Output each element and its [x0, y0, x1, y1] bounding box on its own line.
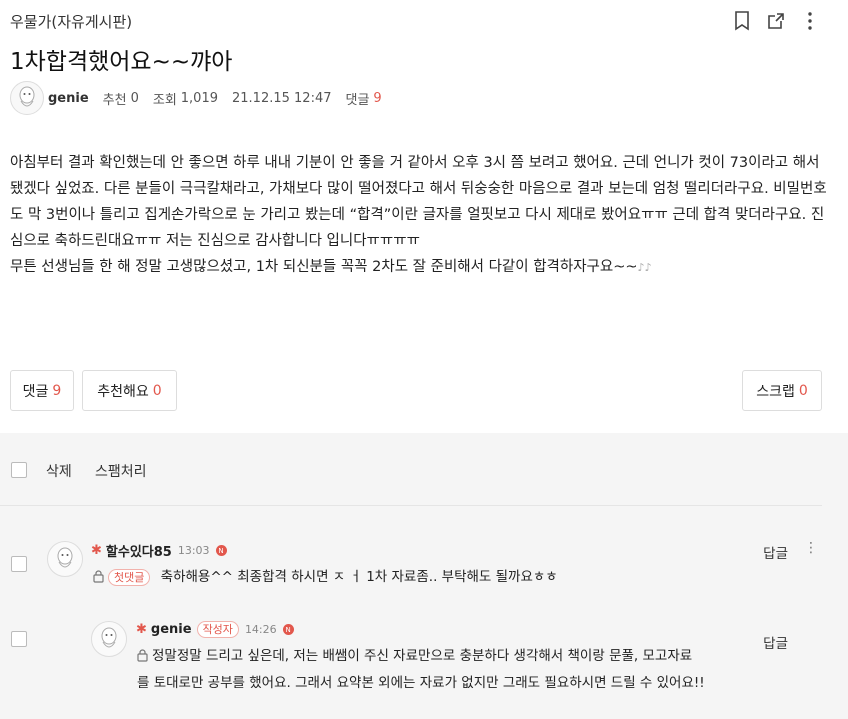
first-comment-tag: 첫댓글 [108, 569, 151, 586]
crab-icon: ✱ [136, 622, 147, 637]
share-icon[interactable] [766, 10, 786, 32]
comment-item: ✱ 할수있다85 13:03 N 첫댓글 축하해용^^ 최종합격 하시면 ㅈ ㅓ… [0, 506, 848, 596]
comment-button[interactable]: 댓글 9 [10, 370, 74, 411]
comment-checkbox[interactable] [11, 556, 27, 572]
post-body: 아침부터 결과 확인했는데 안 좋으면 하루 내내 기분이 안 좋을 거 같아서… [10, 150, 835, 281]
comment-toolbar: 삭제 스팸처리 [0, 433, 848, 505]
comment-text: 정말정말 드리고 싶은데, 저는 배쌤이 주신 자료만으로 충분하다 생각해서 … [137, 646, 705, 691]
new-badge: N [282, 624, 294, 635]
crab-icon: ✱ [91, 543, 102, 558]
post-paragraph: 아침부터 결과 확인했는데 안 좋으면 하루 내내 기분이 안 좋을 거 같아서… [10, 155, 827, 249]
post-meta: genie 추천 0 조회 1,019 21.12.15 12:47 댓글 9 [10, 80, 382, 116]
recommend-label: 추천 [102, 92, 127, 108]
comment-time: 13:03 [177, 544, 210, 557]
lock-icon [137, 646, 148, 671]
views-count: 1,019 [180, 90, 218, 106]
cafe-board-name[interactable]: 우물가(자유게시판) [10, 11, 132, 32]
delete-button[interactable]: 삭제 [46, 461, 72, 481]
more-vertical-icon[interactable] [800, 10, 820, 32]
comments-label: 댓글 [345, 92, 370, 108]
profile-avatar-icon[interactable] [10, 81, 44, 115]
post-title: 1차합격했어요~~꺄아 [10, 49, 233, 75]
comment-header: ✱ genie 작성자 14:26 N [136, 621, 294, 638]
comments-count: 9 [373, 90, 382, 106]
profile-avatar-icon[interactable] [47, 541, 83, 577]
post-paragraph: 무튼 선생님들 한 해 정말 고생많으셨고, 1차 되신분들 꼭꼭 2차도 잘 … [10, 259, 652, 275]
comment-header: ✱ 할수있다85 13:03 N [91, 541, 227, 560]
comment-text: 첫댓글 축하해용^^ 최종합격 하시면 ㅈ ㅓ 1차 자료좀.. 부탁해도 될까… [93, 565, 558, 592]
reply-button[interactable]: 답글 [763, 542, 788, 562]
select-all-checkbox[interactable] [11, 462, 27, 478]
author-name[interactable]: genie [48, 91, 89, 106]
bookmark-icon[interactable] [732, 10, 752, 32]
author-tag: 작성자 [196, 621, 239, 638]
profile-avatar-icon[interactable] [91, 621, 127, 657]
post-date: 21.12.15 12:47 [232, 90, 332, 106]
comments-section: 삭제 스팸처리 ✱ 할수있다85 13:03 N 첫댓글 축하해용^^ 최종합격… [0, 433, 848, 719]
emoticon-icon: ♪♪ [637, 261, 652, 274]
comment-author[interactable]: genie [151, 622, 192, 637]
comment-time: 14:26 [244, 623, 277, 636]
scrap-button[interactable]: 스크랩 0 [742, 370, 822, 411]
comment-author[interactable]: 할수있다85 [106, 541, 172, 560]
spam-button[interactable]: 스팸처리 [95, 461, 147, 481]
recommend-count: 0 [130, 90, 139, 106]
reply-button[interactable]: 답글 [763, 632, 788, 652]
top-actions [732, 10, 820, 32]
views-label: 조회 [152, 92, 177, 108]
new-badge: N [215, 545, 227, 556]
comment-checkbox[interactable] [11, 631, 27, 647]
recommend-button[interactable]: 추천해요 0 [82, 370, 177, 411]
more-vertical-icon[interactable]: ⋮ [804, 540, 818, 556]
comment-item: ✱ genie 작성자 14:26 N 정말정말 드리고 싶은데, 저는 배쌤이… [0, 596, 848, 719]
lock-icon [93, 567, 104, 592]
